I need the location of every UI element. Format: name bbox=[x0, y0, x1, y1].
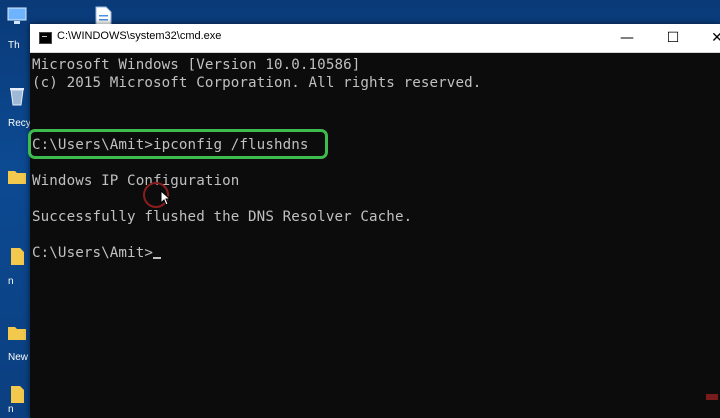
console-line: Successfully flushed the DNS Resolver Ca… bbox=[32, 209, 413, 225]
text-cursor bbox=[152, 257, 161, 259]
desktop-label-file-2: n bbox=[8, 404, 14, 415]
desktop-label-file-1: n bbox=[8, 276, 14, 287]
console-line: (c) 2015 Microsoft Corporation. All righ… bbox=[32, 75, 482, 91]
prompt-line[interactable]: C:\Users\Amit> bbox=[32, 244, 161, 262]
cmd-window[interactable]: C:\WINDOWS\system32\cmd.exe — ☐ ✕ Micros… bbox=[28, 24, 720, 418]
console-line: Windows IP Configuration bbox=[32, 173, 240, 189]
this-pc-icon[interactable] bbox=[6, 6, 28, 26]
maximize-button[interactable]: ☐ bbox=[650, 24, 696, 52]
prompt-text: C:\Users\Amit> bbox=[32, 245, 153, 261]
cmd-icon bbox=[39, 32, 52, 44]
folder-icon[interactable] bbox=[6, 166, 28, 186]
title-bar[interactable]: C:\WINDOWS\system32\cmd.exe — ☐ ✕ bbox=[30, 24, 720, 53]
window-title: C:\WINDOWS\system32\cmd.exe bbox=[57, 30, 222, 42]
console-line: Microsoft Windows [Version 10.0.10586] bbox=[32, 57, 361, 73]
minimize-button[interactable]: — bbox=[604, 24, 650, 52]
console-output[interactable]: Microsoft Windows [Version 10.0.10586] (… bbox=[28, 53, 720, 418]
corner-marker bbox=[706, 394, 718, 400]
new-folder-icon[interactable] bbox=[6, 322, 28, 342]
command-highlight-box bbox=[28, 129, 328, 159]
file-icon[interactable] bbox=[6, 246, 28, 266]
desktop: Th Recy n New n bbox=[0, 0, 34, 418]
file-icon-2[interactable] bbox=[6, 384, 28, 404]
desktop-label-new: New bbox=[8, 352, 29, 363]
close-button[interactable]: ✕ bbox=[694, 24, 720, 52]
recycle-bin-icon[interactable] bbox=[6, 86, 28, 106]
desktop-label-recycle-bin: Recy bbox=[8, 118, 31, 129]
desktop-label-this-pc: Th bbox=[8, 40, 20, 51]
mouse-pointer-icon bbox=[160, 190, 172, 206]
